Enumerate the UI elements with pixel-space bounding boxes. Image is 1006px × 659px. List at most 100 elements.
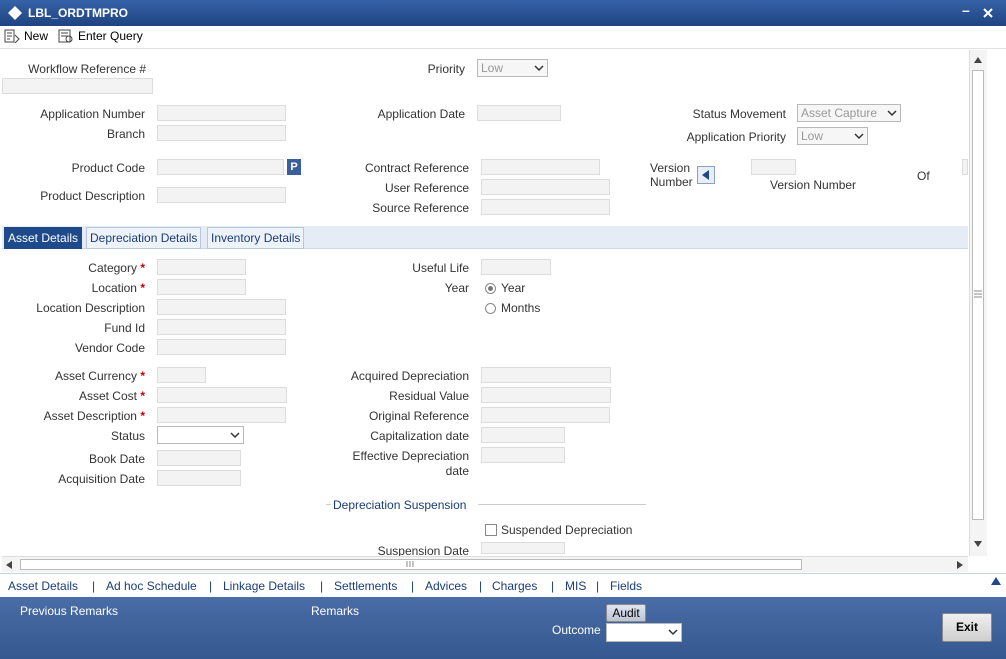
link-charges[interactable]: Charges (492, 579, 537, 593)
product-description-input[interactable] (157, 187, 286, 203)
new-button[interactable]: New (4, 28, 48, 44)
status-movement-select[interactable]: Asset Capture (797, 104, 901, 122)
effective-depreciation-label-2: date (445, 464, 469, 478)
tab-asset-details[interactable]: Asset Details (4, 227, 83, 249)
remarks-label: Remarks (311, 604, 360, 618)
capitalization-date-input[interactable] (481, 427, 565, 443)
version-number-input[interactable] (751, 159, 796, 175)
residual-value-input[interactable] (481, 387, 611, 403)
application-date-input[interactable] (477, 105, 561, 121)
audit-button[interactable]: Audit (606, 604, 646, 622)
window-title: LBL_ORDTMPRO (28, 6, 128, 20)
tab-depreciation-details[interactable]: Depreciation Details (86, 227, 202, 249)
product-code-input[interactable] (157, 159, 284, 175)
link-fields[interactable]: Fields (610, 579, 642, 593)
chevron-down-icon (854, 133, 864, 140)
link-ad-hoc-schedule[interactable]: Ad hoc Schedule (106, 579, 197, 593)
radio-year[interactable] (485, 283, 496, 294)
chevron-down-icon (534, 65, 544, 72)
fund-id-input[interactable] (157, 319, 286, 335)
asset-description-input[interactable] (157, 407, 286, 423)
triangle-left-icon (702, 170, 709, 180)
tab-inventory-details[interactable]: Inventory Details (207, 227, 305, 249)
enter-query-label: Enter Query (78, 29, 143, 43)
horizontal-scrollbar[interactable] (2, 556, 968, 572)
application-number-input[interactable] (157, 105, 286, 121)
product-description-label: Product Description (40, 189, 145, 203)
category-input[interactable] (157, 259, 246, 275)
link-mis[interactable]: MIS (565, 579, 586, 593)
previous-version-button[interactable] (697, 166, 715, 184)
link-separator: | (320, 579, 324, 593)
of-label: Of (917, 169, 930, 183)
link-separator: | (479, 579, 483, 593)
tab-strip: Asset Details Depreciation Details Inven… (2, 226, 968, 249)
chevron-down-icon (887, 110, 897, 117)
link-settlements[interactable]: Settlements (334, 579, 397, 593)
location-description-input[interactable] (157, 299, 286, 315)
application-number-label: Application Number (40, 107, 145, 121)
effective-depreciation-date-input[interactable] (481, 447, 565, 463)
source-reference-label: Source Reference (372, 201, 469, 215)
scroll-left-icon[interactable] (5, 560, 13, 570)
acquisition-date-label: Acquisition Date (58, 472, 145, 486)
location-label: Location * (91, 281, 145, 295)
fieldset-line-right (478, 504, 646, 505)
application-priority-label: Application Priority (686, 130, 786, 144)
vendor-code-input[interactable] (157, 339, 286, 355)
status-label: Status (110, 429, 145, 443)
close-icon[interactable] (983, 8, 993, 18)
product-code-lookup-button[interactable]: P (287, 159, 301, 175)
contract-reference-input[interactable] (481, 159, 600, 175)
priority-label: Priority (427, 62, 465, 76)
residual-value-label: Residual Value (389, 389, 469, 403)
minimize-icon[interactable]: – (962, 2, 970, 18)
branch-input[interactable] (157, 125, 286, 141)
enter-query-button[interactable]: Enter Query (58, 28, 143, 44)
chevron-down-icon (230, 432, 240, 439)
scroll-down-icon[interactable] (973, 540, 983, 548)
capitalization-date-label: Capitalization date (370, 429, 469, 443)
location-description-label: Location Description (36, 301, 145, 315)
outcome-select[interactable] (606, 623, 682, 642)
new-icon (4, 29, 20, 43)
link-asset-details[interactable]: Asset Details (8, 579, 78, 593)
radio-months[interactable] (485, 303, 496, 314)
asset-cost-label: Asset Cost * (78, 389, 145, 403)
application-priority-select[interactable]: Low (797, 127, 868, 145)
link-advices[interactable]: Advices (425, 579, 467, 593)
acquisition-date-input[interactable] (157, 470, 241, 486)
priority-value: Low (481, 61, 504, 75)
exit-button[interactable]: Exit (942, 613, 992, 642)
scroll-up-icon[interactable] (973, 56, 983, 64)
link-separator: | (92, 579, 96, 593)
fieldset-line-left (326, 504, 331, 505)
total-versions-input[interactable] (962, 159, 968, 175)
source-reference-input[interactable] (481, 199, 610, 215)
status-select[interactable] (157, 426, 244, 444)
user-reference-input[interactable] (481, 179, 610, 195)
location-input[interactable] (157, 279, 246, 295)
useful-life-input[interactable] (481, 259, 551, 275)
acquired-depreciation-input[interactable] (481, 367, 611, 383)
category-label: Category * (88, 261, 145, 275)
link-linkage-details[interactable]: Linkage Details (223, 579, 305, 593)
version-number-label: Version Number (650, 161, 693, 189)
status-movement-value: Asset Capture (801, 106, 878, 120)
acquired-depreciation-label: Acquired Depreciation (350, 369, 469, 383)
book-date-input[interactable] (157, 450, 241, 466)
priority-select[interactable]: Low (477, 59, 548, 77)
asset-currency-input[interactable] (157, 367, 206, 383)
asset-cost-input[interactable] (157, 387, 287, 403)
suspension-date-input[interactable] (481, 542, 565, 554)
vertical-scrollbar[interactable] (969, 50, 987, 556)
workflow-ref-input[interactable] (2, 78, 153, 94)
collapse-up-icon[interactable] (990, 576, 1002, 586)
scroll-right-icon[interactable] (956, 560, 964, 570)
link-separator: | (411, 579, 415, 593)
suspended-depreciation-checkbox[interactable] (485, 524, 497, 536)
original-reference-input[interactable] (481, 407, 610, 423)
grip-icon (974, 290, 982, 298)
outcome-label: Outcome (552, 623, 601, 637)
new-label: New (24, 29, 49, 43)
